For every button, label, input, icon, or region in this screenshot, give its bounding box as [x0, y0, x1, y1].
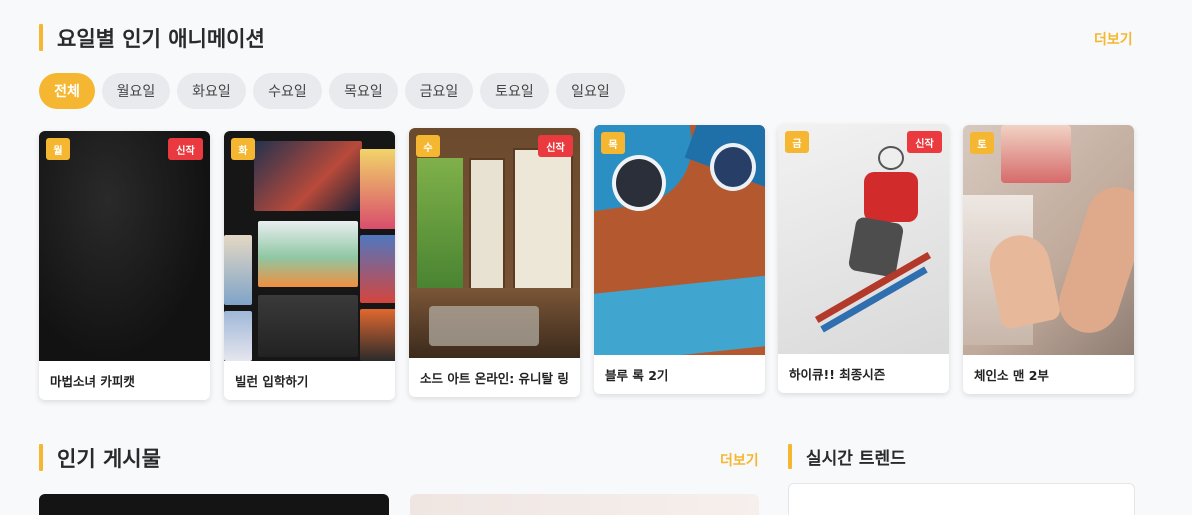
- tab-friday[interactable]: 금요일: [405, 73, 473, 109]
- anime-card[interactable]: 토 체인소 맨 2부: [963, 125, 1134, 394]
- weekly-more-link[interactable]: 더보기: [1094, 29, 1133, 49]
- anime-card[interactable]: 화 빌런 입학하기: [224, 131, 395, 400]
- day-badge: 월: [46, 138, 70, 160]
- post-card[interactable]: [39, 494, 389, 515]
- anime-title: 빌런 입학하기: [235, 374, 309, 389]
- anime-thumbnail: 화: [224, 131, 395, 361]
- anime-card[interactable]: 월 신작 마법소녀 카피캣: [39, 131, 210, 400]
- tab-sunday[interactable]: 일요일: [556, 73, 625, 109]
- tab-all[interactable]: 전체: [39, 73, 95, 109]
- anime-title: 소드 아트 온라인: 유니탈 링: [420, 371, 569, 386]
- anime-card[interactable]: 금 신작 하이큐!! 최종시즌: [778, 124, 949, 393]
- trending-title: 실시간 트렌드: [806, 449, 906, 469]
- trending-header: 실시간 트렌드: [788, 444, 906, 469]
- tab-wednesday[interactable]: 수요일: [253, 73, 322, 109]
- weekly-section-header: 요일별 인기 애니메이션: [39, 24, 265, 51]
- tab-saturday[interactable]: 토요일: [480, 73, 549, 109]
- day-badge: 화: [231, 138, 255, 160]
- anime-thumbnail: 월 신작: [39, 131, 210, 361]
- trending-panel: [788, 483, 1135, 515]
- day-badge: 토: [970, 132, 994, 154]
- tab-monday[interactable]: 월요일: [102, 73, 170, 109]
- anime-title: 블루 록 2기: [605, 368, 669, 383]
- new-badge: 신작: [907, 131, 942, 153]
- day-tabs: 전체 월요일 화요일 수요일 목요일 금요일 토요일 일요일: [39, 73, 625, 109]
- anime-card[interactable]: 목 블루 록 2기: [594, 125, 765, 394]
- anime-thumbnail: 금 신작: [778, 124, 949, 354]
- day-badge: 목: [601, 132, 625, 154]
- popular-posts-title: 인기 게시물: [57, 446, 161, 471]
- anime-thumbnail: 수 신작: [409, 128, 580, 358]
- tab-tuesday[interactable]: 화요일: [177, 73, 246, 109]
- day-badge: 수: [416, 135, 440, 157]
- tab-thursday[interactable]: 목요일: [329, 73, 398, 109]
- anime-title: 체인소 맨 2부: [974, 368, 1049, 383]
- popular-posts-more-link[interactable]: 더보기: [720, 450, 759, 470]
- popular-posts-header: 인기 게시물: [39, 444, 161, 471]
- section-accent-bar: [39, 24, 43, 51]
- anime-thumbnail: 토: [963, 125, 1134, 355]
- anime-title: 하이큐!! 최종시즌: [789, 367, 886, 382]
- day-badge: 금: [785, 131, 809, 153]
- anime-title: 마법소녀 카피캣: [50, 374, 135, 389]
- anime-thumbnail: 목: [594, 125, 765, 355]
- weekly-section-title: 요일별 인기 애니메이션: [57, 26, 265, 51]
- new-badge: 신작: [538, 135, 573, 157]
- section-accent-bar: [788, 444, 792, 469]
- post-card[interactable]: [410, 494, 759, 515]
- anime-card[interactable]: 수 신작 소드 아트 온라인: 유니탈 링: [409, 128, 580, 397]
- new-badge: 신작: [168, 138, 203, 160]
- section-accent-bar: [39, 444, 43, 471]
